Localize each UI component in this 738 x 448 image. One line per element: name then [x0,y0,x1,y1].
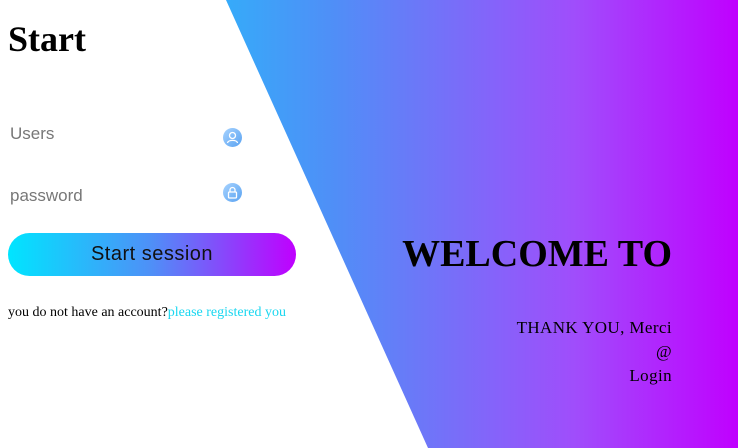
welcome-message: THANK YOU, Merci @ Login [517,316,672,388]
register-link[interactable]: please registered you [168,305,286,320]
login-text: Login [629,366,672,385]
thank-you-text: THANK YOU, Merci [516,318,672,337]
password-input[interactable] [0,178,225,214]
page-title: Start [8,19,86,59]
at-symbol-text: @ [655,342,672,361]
users-input[interactable] [0,116,225,152]
user-icon [223,128,242,147]
signup-prompt: you do not have an account?please regist… [8,305,286,321]
lock-icon [223,183,242,202]
welcome-heading: WELCOME TO [402,233,672,275]
start-session-button[interactable]: Start session [8,233,296,276]
signup-prompt-text: you do not have an account? [8,305,168,320]
password-field-container [0,178,250,218]
users-field-container [0,116,250,156]
